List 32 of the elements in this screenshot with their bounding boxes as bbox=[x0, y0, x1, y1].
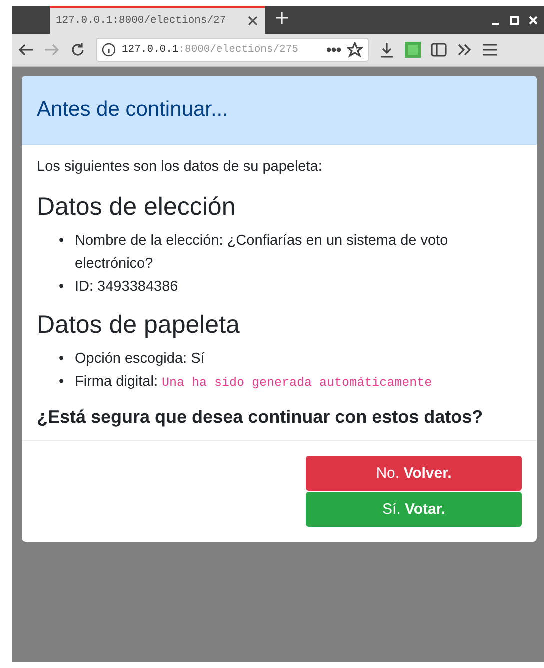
browser-tab[interactable]: 127.0.0.1:8000/elections/27 bbox=[50, 6, 265, 34]
close-icon[interactable] bbox=[247, 15, 259, 27]
maximize-icon[interactable] bbox=[510, 16, 519, 24]
address-bar[interactable]: 127.0.0.1:8000/elections/275 bbox=[96, 38, 369, 62]
bullet: • bbox=[59, 232, 65, 251]
signature-text: Una ha sido generada automáticamente bbox=[162, 376, 432, 390]
list-item-text: Nombre de la elección: ¿Confiarías en un sistema de voto electrónico? bbox=[75, 232, 450, 274]
confirm-question: ¿Está segura que desea continuar con estos datos? bbox=[37, 407, 484, 428]
download-icon[interactable] bbox=[379, 42, 395, 58]
list-item-text: Opción escogida: Sí bbox=[75, 350, 205, 369]
bullet: • bbox=[59, 350, 65, 369]
tab-title: 127.0.0.1:8000/elections/27 bbox=[56, 15, 228, 27]
url-text: 127.0.0.1:8000/elections/275 bbox=[122, 44, 300, 56]
vote-button[interactable]: Sí. Votar. bbox=[306, 492, 522, 527]
info-icon[interactable] bbox=[102, 43, 116, 57]
bullet: • bbox=[59, 373, 65, 392]
back-button[interactable]: No. Volver. bbox=[306, 456, 522, 491]
back-icon[interactable] bbox=[18, 42, 34, 58]
list-item-text: ID: 3493384386 bbox=[75, 278, 178, 297]
new-tab-icon[interactable] bbox=[275, 10, 289, 24]
menu-icon[interactable] bbox=[482, 42, 498, 58]
section-heading: Datos de elección bbox=[37, 193, 237, 222]
sidebar-icon[interactable] bbox=[431, 42, 447, 58]
modal-title: Antes de continuar... bbox=[37, 98, 230, 122]
star-icon[interactable] bbox=[347, 42, 363, 58]
more-icon[interactable] bbox=[327, 47, 341, 53]
intro-text: Los siguientes son los datos de su papeleta: bbox=[37, 159, 324, 175]
reload-icon[interactable] bbox=[70, 42, 86, 58]
item-label: Firma digital: bbox=[75, 374, 158, 390]
overflow-icon[interactable] bbox=[457, 42, 472, 58]
bullet: • bbox=[59, 278, 65, 297]
section-heading: Datos de papeleta bbox=[37, 311, 241, 340]
